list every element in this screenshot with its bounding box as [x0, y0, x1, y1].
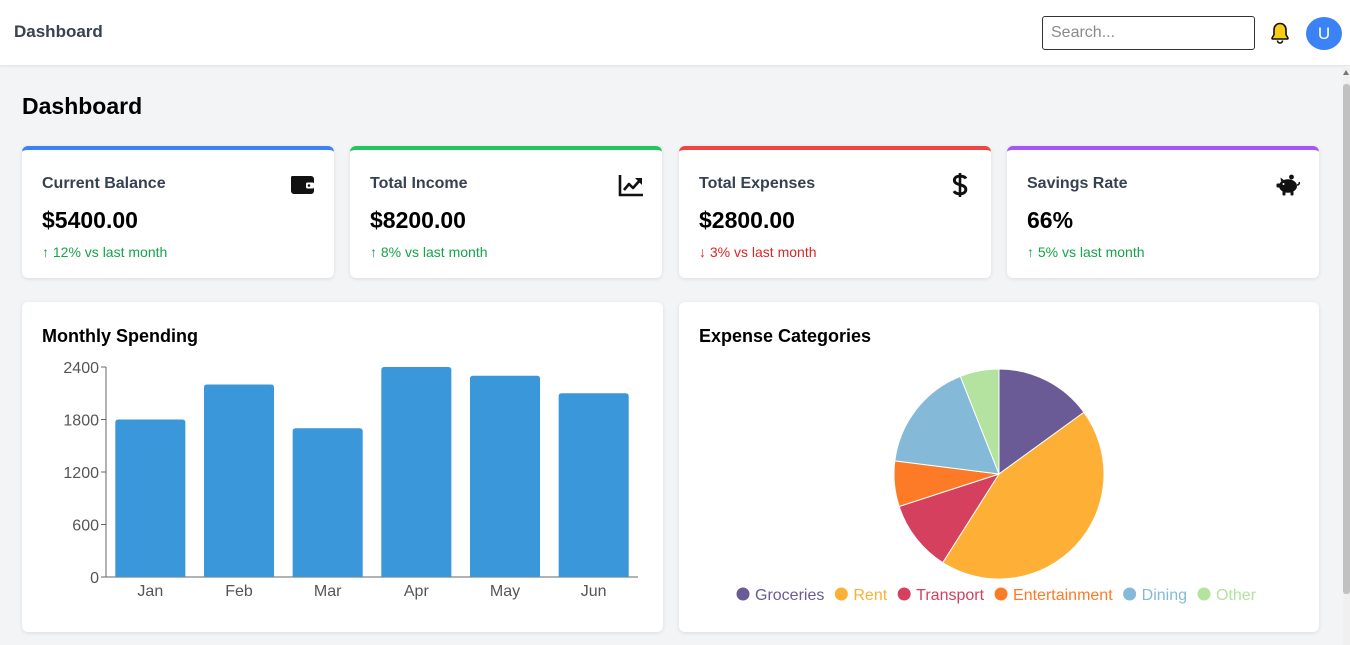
bar[interactable] [292, 428, 363, 577]
bar[interactable] [558, 393, 629, 577]
search-input[interactable] [1042, 16, 1255, 50]
top-navbar: Dashboard U [0, 0, 1350, 66]
savings-rate-card: Savings Rate 66% ↑ 5% vs last month [1007, 146, 1319, 278]
card-value: 66% [1027, 207, 1074, 233]
bar[interactable] [469, 375, 541, 577]
legend-swatch [897, 587, 911, 601]
bar[interactable] [115, 419, 186, 578]
expense-categories-panel: Expense Categories Groceries Rent Transpor… [679, 302, 1319, 632]
dollar-icon [952, 173, 968, 197]
card-label: Savings Rate [1027, 175, 1128, 192]
monthly-spending-panel: Monthly Spending 0 600 1200 1800 2400 Jan Feb M… [22, 302, 663, 632]
legend-swatch [994, 587, 1008, 601]
card-label: Total Income [370, 175, 468, 192]
user-avatar[interactable]: U [1306, 17, 1342, 50]
total-expenses-card: Total Expenses $2800.00 ↓ 3% vs last mon… [679, 146, 991, 278]
bell-icon[interactable] [1268, 21, 1292, 45]
bar[interactable] [381, 367, 452, 577]
x-tick-label: May [490, 583, 520, 600]
legend-label[interactable]: Groceries [755, 587, 824, 604]
piggy-bank-icon [1276, 174, 1301, 196]
page-title: Dashboard [22, 93, 143, 119]
legend-swatch [736, 587, 750, 601]
x-tick-label: Jun [581, 583, 607, 600]
y-tick-label: 1200 [63, 465, 99, 482]
legend-label[interactable]: Dining [1142, 587, 1187, 604]
x-tick-label: Apr [404, 583, 430, 600]
y-tick-label: 0 [90, 570, 99, 587]
legend-label[interactable]: Rent [853, 587, 887, 604]
card-value: $2800.00 [699, 207, 795, 233]
y-tick-label: 600 [72, 518, 99, 535]
wallet-icon [291, 176, 314, 194]
card-change: ↑ 5% vs last month [1027, 244, 1145, 260]
legend-swatch [1197, 587, 1211, 601]
total-income-card: Total Income $8200.00 ↑ 8% vs last month [350, 146, 662, 278]
card-change: ↑ 12% vs last month [42, 244, 168, 260]
brand-title[interactable]: Dashboard [14, 22, 103, 42]
bar[interactable] [203, 384, 275, 578]
card-value: $5400.00 [42, 207, 138, 233]
card-label: Current Balance [42, 175, 166, 192]
bar-chart: 0 600 1200 1800 2400 Jan Feb Mar Apr May Jun [63, 360, 638, 600]
legend-label[interactable]: Entertainment [1013, 587, 1113, 604]
y-tick-label: 2400 [63, 360, 99, 377]
x-tick-label: Jan [137, 583, 163, 600]
card-change: ↓ 3% vs last month [699, 244, 817, 260]
legend-swatch [834, 587, 848, 601]
card-value: $8200.00 [370, 207, 466, 233]
pie-chart: Groceries Rent Transport Entertainment Dinin… [736, 368, 1257, 604]
chart-line-icon [618, 175, 643, 197]
y-tick-label: 1800 [63, 413, 99, 430]
card-label: Total Expenses [699, 175, 816, 192]
legend-swatch [1123, 587, 1137, 601]
scroll-up-arrow[interactable] [1343, 70, 1349, 75]
card-change: ↑ 8% vs last month [370, 244, 488, 260]
page-scrollbar[interactable] [1343, 66, 1350, 645]
x-tick-label: Feb [225, 583, 253, 600]
legend-label[interactable]: Transport [916, 587, 984, 604]
legend-label[interactable]: Other [1216, 587, 1257, 604]
scroll-thumb[interactable] [1343, 84, 1350, 594]
x-tick-label: Mar [314, 583, 342, 600]
current-balance-card: Current Balance $5400.00 ↑ 12% vs last m… [22, 146, 334, 278]
